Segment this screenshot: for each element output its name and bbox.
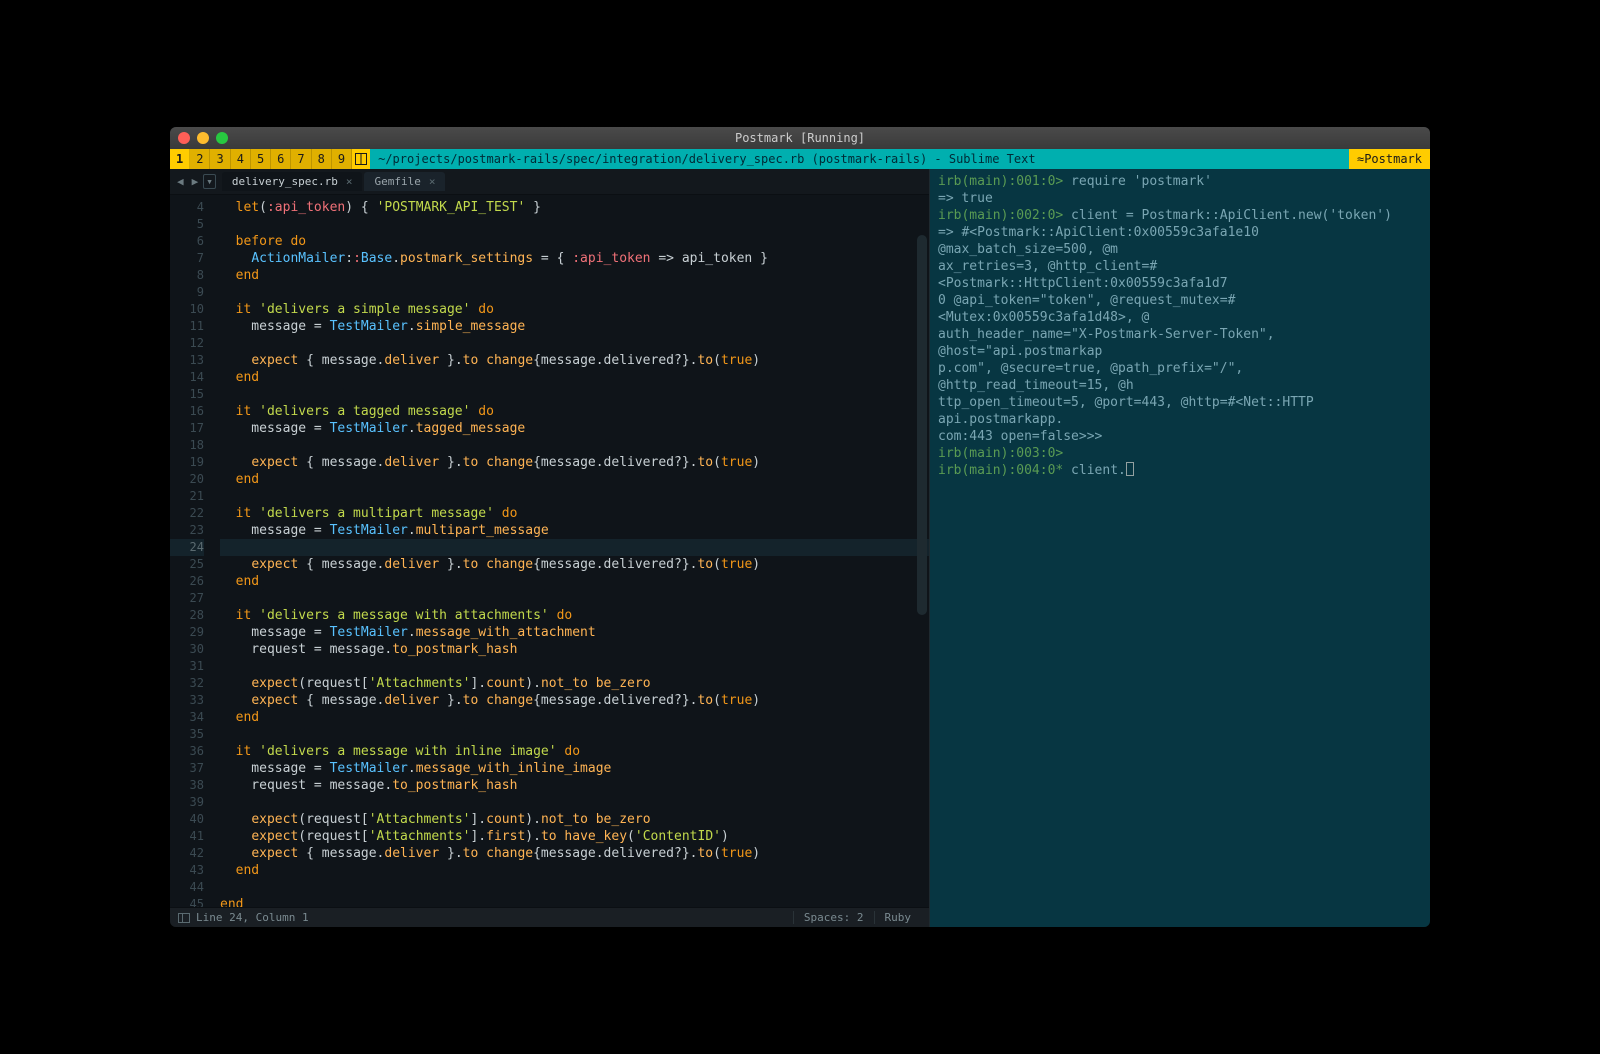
gutter: 4567891011121314151617181920212223242526… xyxy=(170,195,212,907)
panel-icon[interactable] xyxy=(178,913,190,923)
syntax-setting[interactable]: Ruby xyxy=(874,911,922,924)
tmux-window[interactable]: 9 xyxy=(332,149,352,169)
tmux-path: ~/projects/postmark-rails/spec/integrati… xyxy=(370,149,1349,169)
cursor-position: Line 24, Column 1 xyxy=(196,911,309,924)
status-bar: Line 24, Column 1 Spaces: 2 Ruby xyxy=(170,907,929,927)
code-area[interactable]: let(:api_token) { 'POSTMARK_API_TEST' } … xyxy=(212,195,929,907)
tmux-status-bar: 123456789 ~/projects/postmark-rails/spec… xyxy=(170,149,1430,169)
tmux-window[interactable]: 5 xyxy=(251,149,271,169)
tmux-window[interactable]: 7 xyxy=(291,149,311,169)
tmux-window[interactable]: 2 xyxy=(190,149,210,169)
nav-back-icon[interactable]: ◀ xyxy=(174,175,187,188)
editor-pane: ◀ ▶ ▾ delivery_spec.rb × Gemfile × 45678910… xyxy=(170,169,930,927)
tmux-window[interactable]: 4 xyxy=(231,149,251,169)
window: Postmark [Running] 123456789 ~/projects/… xyxy=(170,127,1430,927)
scrollbar[interactable] xyxy=(917,235,927,615)
terminal-cursor xyxy=(1126,462,1134,476)
body: ◀ ▶ ▾ delivery_spec.rb × Gemfile × 45678910… xyxy=(170,169,1430,927)
tmux-window[interactable]: 6 xyxy=(271,149,291,169)
traffic-lights xyxy=(178,132,228,144)
tab-label: delivery_spec.rb xyxy=(232,175,338,188)
close-icon[interactable] xyxy=(178,132,190,144)
editor[interactable]: 4567891011121314151617181920212223242526… xyxy=(170,195,929,907)
tab-bar: ◀ ▶ ▾ delivery_spec.rb × Gemfile × xyxy=(170,169,929,195)
titlebar: Postmark [Running] xyxy=(170,127,1430,149)
minimize-icon[interactable] xyxy=(197,132,209,144)
nav-forward-icon[interactable]: ▶ xyxy=(189,175,202,188)
file-tab[interactable]: Gemfile × xyxy=(364,172,445,191)
layout-icon[interactable] xyxy=(352,149,370,169)
close-tab-icon[interactable]: × xyxy=(346,175,353,188)
tmux-window[interactable]: 8 xyxy=(312,149,332,169)
tmux-window[interactable]: 3 xyxy=(210,149,230,169)
file-tab[interactable]: delivery_spec.rb × xyxy=(222,172,363,191)
window-title: Postmark [Running] xyxy=(170,131,1430,145)
zoom-icon[interactable] xyxy=(216,132,228,144)
nav-menu-icon[interactable]: ▾ xyxy=(203,174,216,189)
tmux-windows: 123456789 xyxy=(170,149,352,169)
tmux-session: ≈Postmark xyxy=(1349,149,1430,169)
terminal-pane[interactable]: irb(main):001:0> require 'postmark'=> tr… xyxy=(930,169,1430,927)
tab-label: Gemfile xyxy=(374,175,420,188)
tmux-window[interactable]: 1 xyxy=(170,149,190,169)
indent-setting[interactable]: Spaces: 2 xyxy=(793,911,874,924)
close-tab-icon[interactable]: × xyxy=(429,175,436,188)
